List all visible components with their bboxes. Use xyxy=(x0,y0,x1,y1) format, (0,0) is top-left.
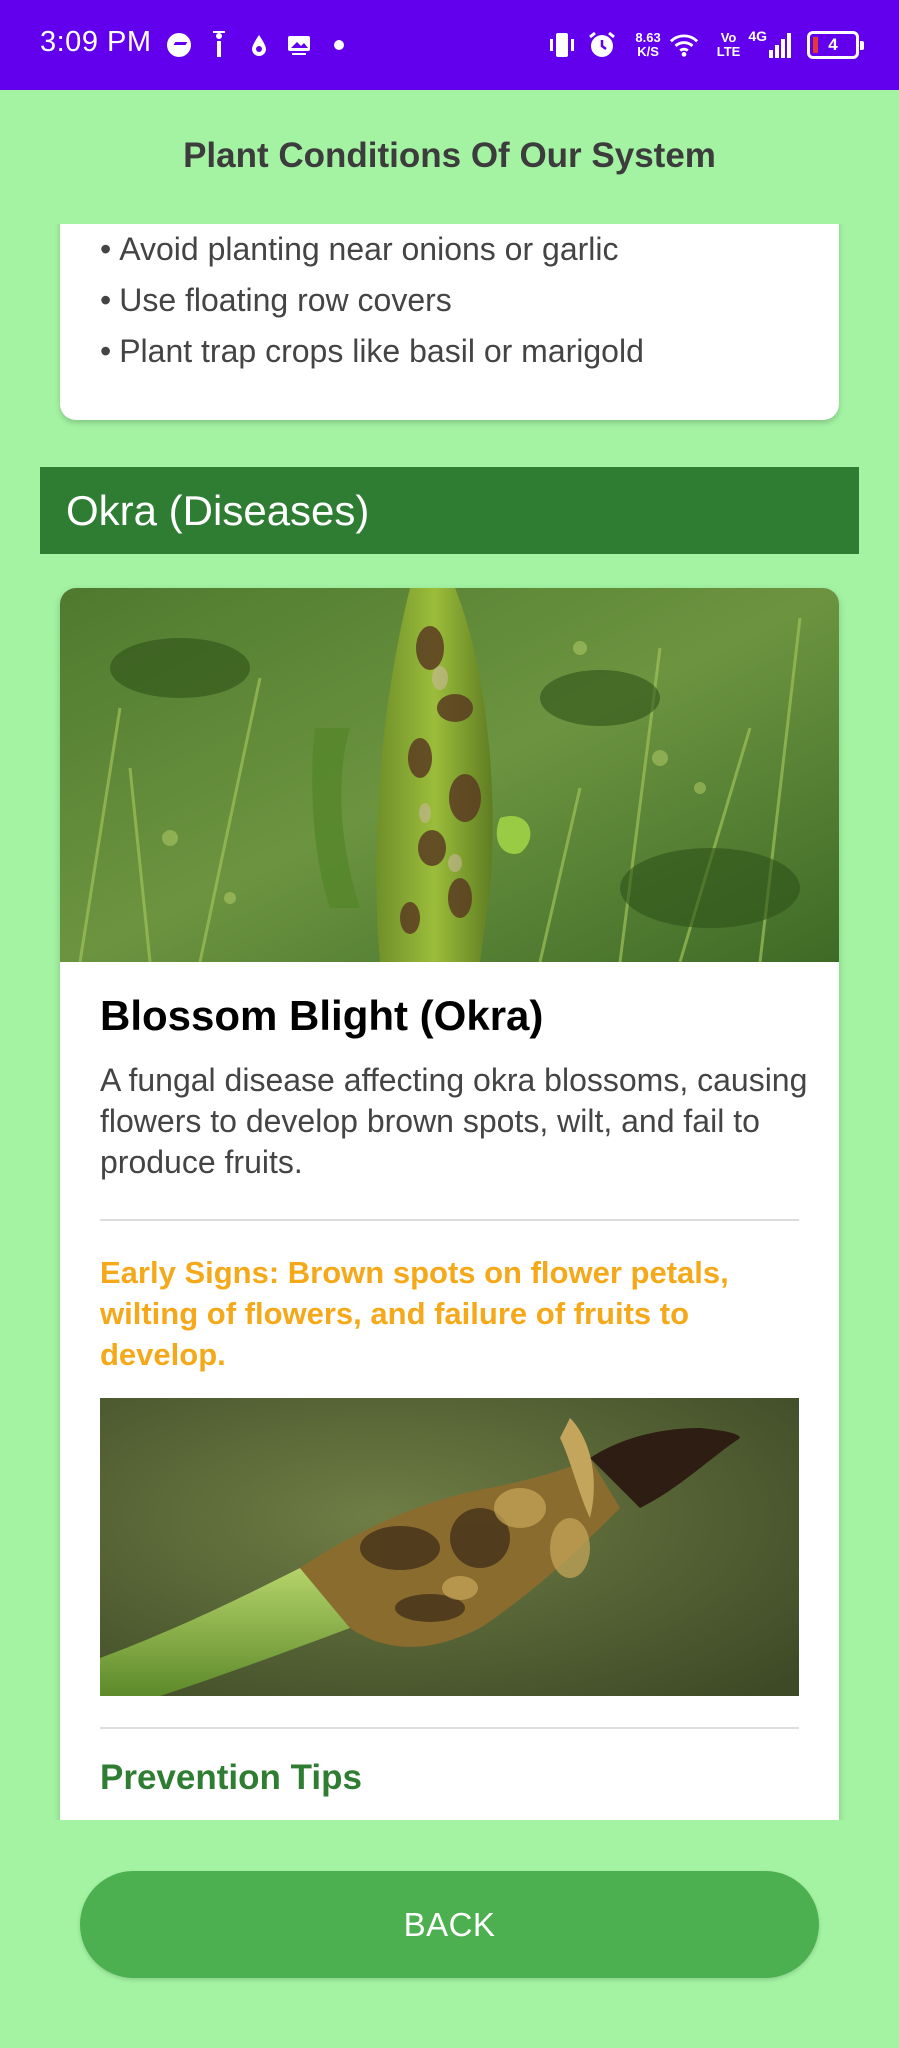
disease-description: A fungal disease affecting okra blossoms… xyxy=(100,1062,808,1180)
gallery-icon xyxy=(284,30,314,60)
network-type: 4G xyxy=(748,28,767,44)
previous-card: • Avoid planting near onions or garlic • U… xyxy=(60,224,839,420)
status-time: 3:09 PM xyxy=(40,26,152,58)
network-speed: 8.63 K/S xyxy=(635,31,660,59)
bullet-symbol: • xyxy=(100,333,112,369)
notification-icons xyxy=(164,30,364,60)
drop-icon xyxy=(244,30,274,60)
list-item: • Plant trap crops like basil or marigold xyxy=(100,326,799,377)
status-bar: 3:09 PM 8.63 K/S Vo LTE 4G 4 xyxy=(0,0,899,90)
divider xyxy=(100,1219,799,1221)
early-signs-photo xyxy=(100,1398,799,1696)
battery-icon: 4 xyxy=(807,31,864,59)
list-item: • Use floating row covers xyxy=(100,275,799,326)
volte-top: Vo xyxy=(720,30,737,45)
bullet-text: Use floating row covers xyxy=(119,282,452,318)
alarm-icon xyxy=(587,30,617,60)
early-signs-text: Early Signs: Brown spots on flower petal… xyxy=(100,1255,729,1372)
vibrate-icon xyxy=(547,30,577,60)
back-button[interactable]: BACK xyxy=(80,1871,819,1978)
messenger-icon xyxy=(164,30,194,60)
prevention-title: Prevention Tips xyxy=(100,1758,362,1797)
volte-bottom: LTE xyxy=(716,44,741,59)
wifi-icon xyxy=(669,30,699,60)
disease-card: Blossom Blight (Okra) A fungal disease a… xyxy=(60,588,839,1820)
divider xyxy=(100,1727,799,1729)
bullet-text: Plant trap crops like basil or marigold xyxy=(119,333,644,369)
battery-level: 4 xyxy=(828,35,838,54)
system-icons: 8.63 K/S Vo LTE 4G 4 xyxy=(547,24,864,66)
page-title: Plant Conditions Of Our System xyxy=(183,136,716,175)
network-speed-value: 8.63 xyxy=(635,30,661,45)
bullet-symbol: • xyxy=(100,231,112,267)
section-header: Okra (Diseases) xyxy=(40,467,859,554)
volte-indicator: Vo LTE xyxy=(717,31,741,59)
signal-icon xyxy=(769,32,793,58)
list-item: • Avoid planting near onions or garlic xyxy=(100,224,799,275)
bullet-symbol: • xyxy=(100,282,112,318)
disease-title: Blossom Blight (Okra) xyxy=(100,992,544,1039)
dot-icon xyxy=(324,30,354,60)
network-speed-unit: K/S xyxy=(637,44,659,59)
disease-photo xyxy=(60,588,839,962)
content-scroll[interactable]: • Avoid planting near onions or garlic • U… xyxy=(0,224,899,1820)
bullet-text: Avoid planting near onions or garlic xyxy=(119,231,619,267)
info-icon xyxy=(204,30,234,60)
